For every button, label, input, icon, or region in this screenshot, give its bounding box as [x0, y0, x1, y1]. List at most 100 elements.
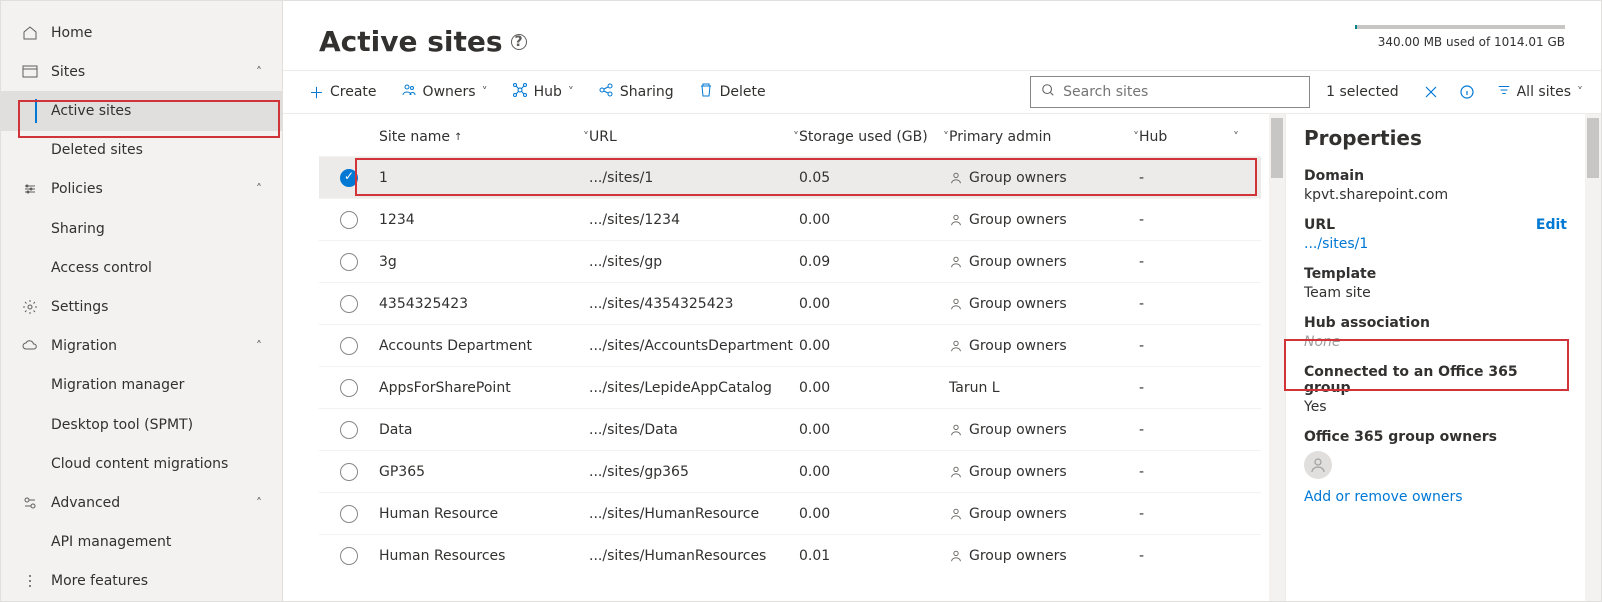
info-icon[interactable]: ? — [511, 34, 527, 50]
cell-url[interactable]: .../sites/gp — [589, 254, 799, 270]
cell-url[interactable]: .../sites/Data — [589, 422, 799, 438]
storage-bar-fill — [1355, 25, 1357, 29]
col-site-name[interactable]: Site name↑˅ — [379, 129, 589, 145]
clear-selection-button[interactable] — [1415, 76, 1447, 108]
cell-site-name[interactable]: Accounts Department — [379, 338, 589, 354]
cell-hub: - — [1139, 254, 1239, 270]
nav-desktop-tool[interactable]: Desktop tool (SPMT) — [1, 405, 282, 444]
table-row[interactable]: Human Resources.../sites/HumanResources0… — [319, 534, 1261, 576]
nav-migration-manager[interactable]: Migration manager — [1, 366, 282, 405]
command-bar: ＋ Create Owners ˅ Hub ˅ Sharing Delete 1… — [283, 70, 1601, 114]
cell-admin[interactable]: Group owners — [949, 254, 1139, 270]
row-checkbox[interactable] — [340, 211, 358, 229]
table-row[interactable]: 3g.../sites/gp0.09Group owners- — [319, 240, 1261, 282]
cell-admin[interactable]: Group owners — [949, 548, 1139, 564]
nav-cloud-content[interactable]: Cloud content migrations — [1, 444, 282, 483]
cell-url[interactable]: .../sites/1234 — [589, 212, 799, 228]
panel-scrollbar[interactable] — [1585, 114, 1601, 601]
nav-policies[interactable]: Policies ˄ — [1, 170, 282, 209]
cell-site-name[interactable]: GP365 — [379, 464, 589, 480]
prop-hub-label-text: Hub association — [1304, 315, 1430, 331]
row-checkbox[interactable] — [340, 337, 358, 355]
cell-site-name[interactable]: Human Resource — [379, 506, 589, 522]
nav-more-features[interactable]: More features — [1, 562, 282, 601]
view-filter-label: All sites — [1517, 84, 1571, 100]
cell-url[interactable]: .../sites/HumanResource — [589, 506, 799, 522]
create-button[interactable]: ＋ Create — [299, 76, 387, 108]
nav-access-control[interactable]: Access control — [1, 248, 282, 287]
cell-admin[interactable]: Group owners — [949, 212, 1139, 228]
nav-api-management[interactable]: API management — [1, 523, 282, 562]
cell-storage: 0.00 — [799, 338, 949, 354]
cell-admin-text: Group owners — [969, 296, 1067, 312]
nav-settings[interactable]: Settings — [1, 287, 282, 326]
cell-storage: 0.00 — [799, 296, 949, 312]
cell-site-name[interactable]: AppsForSharePoint — [379, 380, 589, 396]
nav-advanced[interactable]: Advanced ˄ — [1, 483, 282, 522]
owner-avatar — [1304, 451, 1332, 479]
cell-hub: - — [1139, 506, 1239, 522]
table-row[interactable]: Data.../sites/Data0.00Group owners- — [319, 408, 1261, 450]
sharing-button[interactable]: Sharing — [588, 76, 684, 108]
page-title: Active sites ? — [319, 25, 527, 58]
cell-site-name[interactable]: 1234 — [379, 212, 589, 228]
table-row[interactable]: 1234.../sites/12340.00Group owners- — [319, 198, 1261, 240]
cell-admin[interactable]: Group owners — [949, 506, 1139, 522]
table-row[interactable]: Accounts Department.../sites/AccountsDep… — [319, 324, 1261, 366]
cell-site-name[interactable]: 4354325423 — [379, 296, 589, 312]
hub-button[interactable]: Hub ˅ — [502, 76, 584, 108]
cell-url[interactable]: .../sites/AccountsDepartment — [589, 338, 799, 354]
cell-site-name[interactable]: 3g — [379, 254, 589, 270]
row-checkbox[interactable] — [340, 547, 358, 565]
prop-url-label-text: URL — [1304, 217, 1335, 233]
view-filter-button[interactable]: All sites ˅ — [1487, 83, 1593, 101]
cell-admin-text: Group owners — [969, 212, 1067, 228]
panel-title: Properties — [1304, 126, 1567, 150]
cell-url[interactable]: .../sites/4354325423 — [589, 296, 799, 312]
col-url[interactable]: URL˅ — [589, 129, 799, 145]
row-checkbox[interactable] — [340, 463, 358, 481]
policies-icon — [21, 180, 39, 198]
table-row[interactable]: 4354325423.../sites/43543254230.00 Group … — [319, 282, 1261, 324]
nav-sites[interactable]: Sites ˄ — [1, 52, 282, 91]
row-checkbox[interactable] — [340, 421, 358, 439]
table-row[interactable]: AppsForSharePoint.../sites/LepideAppCata… — [319, 366, 1261, 408]
prop-domain-label: Domain — [1304, 168, 1567, 184]
cell-site-name[interactable]: Data — [379, 422, 589, 438]
table-row[interactable]: Human Resource.../sites/HumanResource0.0… — [319, 492, 1261, 534]
info-button[interactable] — [1451, 76, 1483, 108]
cell-url[interactable]: .../sites/gp365 — [589, 464, 799, 480]
prop-url-value[interactable]: .../sites/1 — [1304, 236, 1567, 252]
nav-home[interactable]: Home — [1, 13, 282, 52]
edit-url-link[interactable]: Edit — [1536, 217, 1567, 233]
cell-admin[interactable]: Tarun L — [949, 380, 1139, 396]
owners-button[interactable]: Owners ˅ — [391, 76, 498, 108]
search-input-wrap[interactable] — [1030, 76, 1310, 108]
add-remove-owners-link[interactable]: Add or remove owners — [1304, 489, 1567, 505]
cell-admin[interactable]: Group owners — [949, 338, 1139, 354]
row-checkbox[interactable] — [340, 253, 358, 271]
cell-admin-text: Group owners — [969, 548, 1067, 564]
cell-admin[interactable]: Group owners — [949, 296, 1139, 312]
cell-hub: - — [1139, 422, 1239, 438]
row-checkbox[interactable] — [340, 295, 358, 313]
table-row[interactable]: GP365.../sites/gp3650.00Group owners- — [319, 450, 1261, 492]
nav-migration[interactable]: Migration ˄ — [1, 327, 282, 366]
chevron-down-icon: ˅ — [1577, 85, 1583, 99]
col-admin[interactable]: Primary admin˅ — [949, 129, 1139, 145]
row-checkbox[interactable] — [340, 379, 358, 397]
nav-sharing[interactable]: Sharing — [1, 209, 282, 248]
col-hub[interactable]: Hub˅ — [1139, 129, 1239, 145]
nav-advanced-label: Advanced — [51, 495, 120, 511]
cell-admin[interactable]: Group owners — [949, 422, 1139, 438]
delete-button[interactable]: Delete — [688, 76, 776, 108]
cell-site-name[interactable]: Human Resources — [379, 548, 589, 564]
search-input[interactable] — [1063, 84, 1299, 100]
col-storage[interactable]: Storage used (GB)˅ — [799, 129, 949, 145]
cell-admin[interactable]: Group owners — [949, 464, 1139, 480]
cell-url[interactable]: .../sites/HumanResources — [589, 548, 799, 564]
table-scrollbar[interactable] — [1269, 114, 1285, 601]
row-checkbox[interactable] — [340, 505, 358, 523]
col-site-name-label: Site name — [379, 129, 450, 145]
cell-url[interactable]: .../sites/LepideAppCatalog — [589, 380, 799, 396]
